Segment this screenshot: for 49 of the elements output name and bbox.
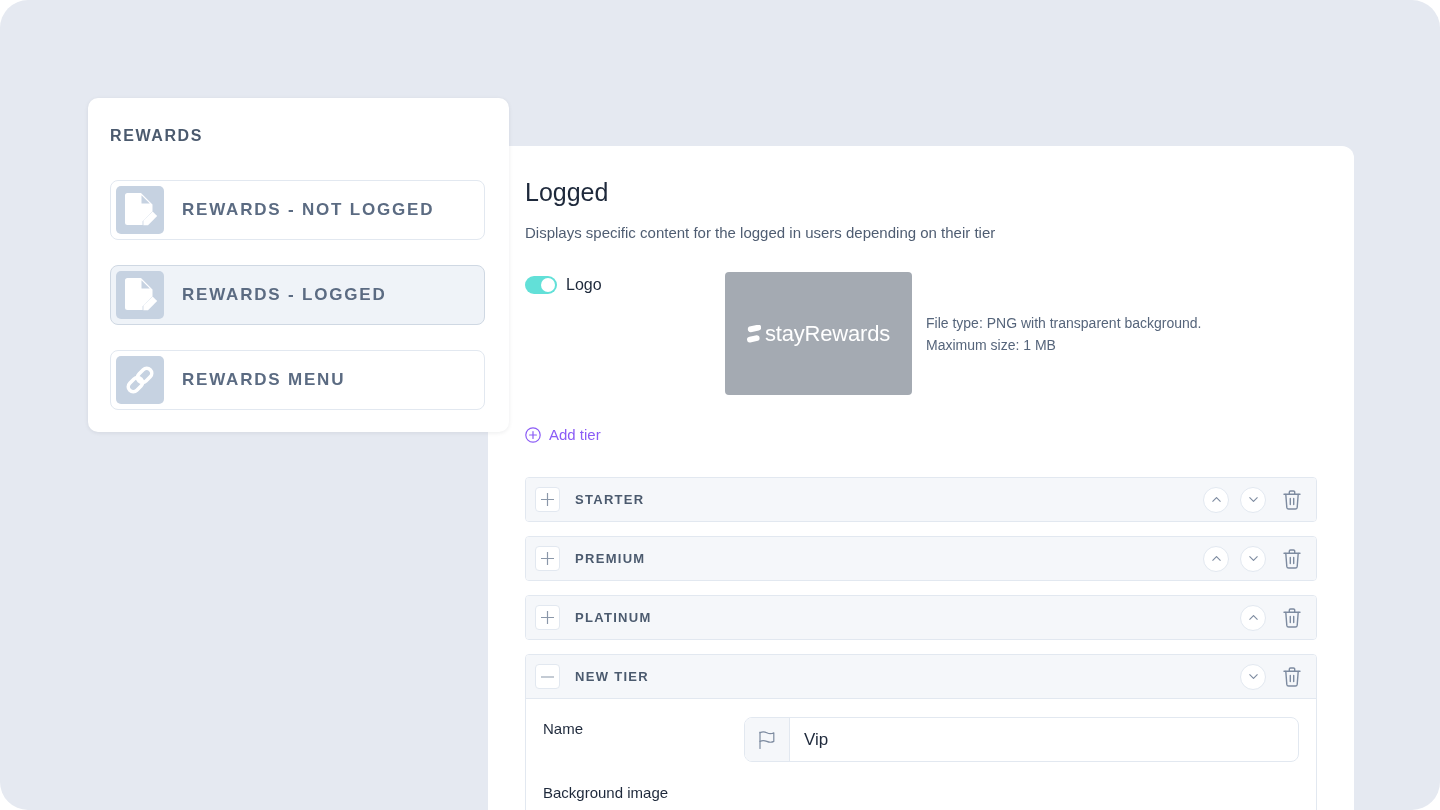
document-edit-icon [116, 186, 164, 234]
tier-name: PREMIUM [575, 551, 646, 566]
logo-toggle[interactable] [525, 276, 557, 294]
trash-icon[interactable] [1283, 489, 1301, 510]
expand-button[interactable] [535, 664, 560, 689]
move-down-button[interactable] [1240, 545, 1266, 572]
logo-mark-icon [747, 324, 761, 343]
chevron-up-icon [1211, 556, 1221, 561]
section-title: Logged [525, 177, 610, 208]
section-description: Displays specific content for the logged in users depending on their tier [525, 223, 997, 243]
move-up-button[interactable] [1203, 545, 1229, 572]
sidebar-item[interactable]: REWARDS MENU [110, 350, 485, 410]
expand-button[interactable] [535, 487, 560, 512]
expand-button[interactable] [535, 605, 560, 630]
tier-name: STARTER [575, 492, 645, 507]
plus-circle-icon [525, 427, 541, 443]
flag-icon [758, 730, 776, 749]
move-up-button[interactable] [1203, 486, 1229, 513]
toggle-label: Logo [566, 275, 602, 295]
plus-icon [541, 611, 554, 624]
file-hint: File type: PNG with transparent background. [926, 313, 1202, 333]
sidebar-item[interactable]: REWARDS - NOT LOGGED [110, 180, 485, 240]
move-down-button[interactable] [1240, 663, 1266, 690]
logo-wordmark: stayRewards [765, 320, 890, 347]
move-down-button[interactable] [1240, 486, 1266, 513]
chevron-down-icon [1248, 497, 1258, 502]
expand-button[interactable] [535, 546, 560, 571]
move-up-button[interactable] [1240, 604, 1266, 631]
plus-icon [541, 493, 554, 506]
chevron-down-icon [1248, 674, 1258, 679]
sidebar-title: REWARDS [110, 126, 204, 146]
trash-icon[interactable] [1283, 548, 1301, 569]
trash-icon[interactable] [1283, 666, 1301, 687]
tier-name: NEW TIER [575, 669, 649, 684]
sidebar-item[interactable]: REWARDS - LOGGED [110, 265, 485, 325]
field-label: Name [543, 719, 584, 739]
link-icon [116, 356, 164, 404]
file-hint: Maximum size: 1 MB [926, 335, 1057, 355]
add-tier-button[interactable]: Add tier [525, 425, 601, 445]
chevron-up-icon [1248, 615, 1258, 620]
field-label: Background image [543, 783, 670, 803]
text-input-field[interactable]: Vip [744, 717, 1299, 762]
document-edit-icon [116, 271, 164, 319]
minus-icon [541, 675, 554, 678]
chevron-down-icon [1248, 556, 1258, 561]
trash-icon[interactable] [1283, 607, 1301, 628]
chevron-up-icon [1211, 497, 1221, 502]
tier-name: PLATINUM [575, 610, 652, 625]
plus-icon [541, 552, 554, 565]
